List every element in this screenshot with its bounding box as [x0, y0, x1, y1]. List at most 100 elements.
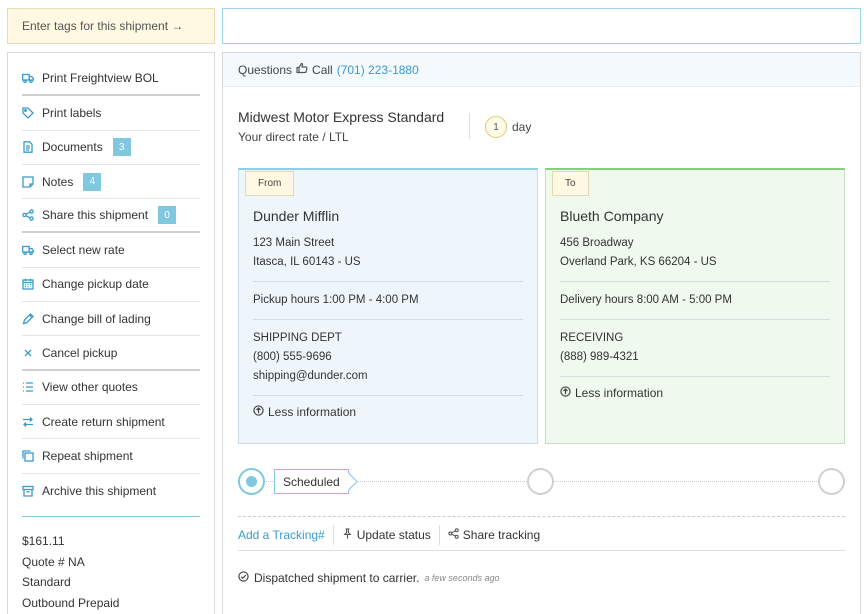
- sidebar-item-documents[interactable]: Documents 3: [22, 131, 200, 165]
- destination-company: Blueth Company: [560, 208, 664, 224]
- quote-number: Quote # NA: [22, 554, 85, 569]
- sidebar-item-label: View other quotes: [42, 380, 138, 395]
- pickup-hours: Pickup hours 1:00 PM - 4:00 PM: [253, 294, 419, 306]
- sidebar-item-label: Cancel pickup: [42, 345, 118, 360]
- sidebar-item-label: Share this shipment: [42, 208, 149, 223]
- tracking-event-time: a few seconds ago: [424, 573, 500, 583]
- origin-phone: (800) 555-9696: [253, 351, 332, 363]
- quote-payment: Outbound Prepaid: [22, 595, 120, 610]
- sidebar-item-label: Select new rate: [42, 243, 125, 258]
- destination-card: To Blueth Company 456 Broadway Overland …: [545, 168, 845, 444]
- sidebar-menu: Print Freightview BOL Print labels Docum…: [22, 62, 200, 508]
- arrow-up-circle-icon: [560, 386, 571, 400]
- destination-address-line2: Overland Park, KS 66204 - US: [560, 256, 717, 268]
- sidebar-item-notes[interactable]: Notes 4: [22, 165, 200, 200]
- divider: [238, 516, 845, 517]
- divider: [560, 281, 830, 282]
- origin-address-line2: Itasca, IL 60143 - US: [253, 256, 361, 268]
- calendar-icon: [22, 278, 34, 291]
- origin-card: From Dunder Mifflin 123 Main Street Itas…: [238, 168, 538, 444]
- notes-count-badge: 4: [83, 172, 102, 191]
- quote-service: Standard: [22, 575, 71, 589]
- divider: [253, 395, 523, 396]
- divider: [560, 376, 830, 377]
- tracking-step-in-transit: [527, 468, 554, 495]
- pin-icon: [342, 528, 353, 542]
- sidebar-item-change-bol[interactable]: Change bill of lading: [22, 302, 200, 337]
- update-status-button[interactable]: Update status: [334, 525, 440, 545]
- close-icon: [22, 347, 34, 359]
- share-tracking-button[interactable]: Share tracking: [440, 525, 548, 545]
- transit-days-count: 1: [485, 116, 507, 138]
- support-phone-link[interactable]: (701) 223-1880: [337, 63, 419, 77]
- hand-point-icon: [296, 62, 308, 77]
- carrier-divider: [469, 113, 470, 139]
- tags-input[interactable]: [222, 8, 861, 44]
- origin-company: Dunder Mifflin: [253, 208, 340, 224]
- call-label: Call: [312, 62, 333, 77]
- carrier-name: Midwest Motor Express Standard: [238, 109, 445, 125]
- add-tracking-link[interactable]: Add a Tracking#: [238, 525, 334, 545]
- sidebar-item-repeat-shipment[interactable]: Repeat shipment: [22, 439, 200, 474]
- destination-less-info-toggle[interactable]: Less information: [560, 386, 830, 400]
- origin-email: shipping@dunder.com: [253, 370, 368, 382]
- tracking-status-label: Scheduled: [274, 469, 349, 494]
- quote-price: $161.11: [22, 534, 65, 548]
- sidebar-item-label: Documents: [42, 140, 103, 155]
- sidebar-item-change-pickup-date[interactable]: Change pickup date: [22, 268, 200, 303]
- tag-icon: [22, 107, 34, 119]
- enter-tags-button[interactable]: Enter tags for this shipment →: [7, 8, 215, 44]
- sidebar-item-label: Archive this shipment: [42, 483, 157, 498]
- sidebar-item-label: Change bill of lading: [42, 311, 151, 326]
- arrow-up-circle-icon: [253, 405, 264, 419]
- truck-icon: [22, 244, 34, 256]
- sidebar-item-label: Create return shipment: [42, 414, 165, 429]
- document-icon: [22, 141, 34, 154]
- sidebar-item-print-bol[interactable]: Print Freightview BOL: [22, 62, 200, 97]
- sidebar-item-share[interactable]: Share this shipment 0: [22, 199, 200, 234]
- carrier-info: Midwest Motor Express Standard Your dire…: [238, 109, 444, 144]
- sidebar-divider: [22, 516, 200, 517]
- tracking-step-scheduled: [238, 468, 265, 495]
- sidebar-item-cancel-pickup[interactable]: Cancel pickup: [22, 336, 200, 371]
- destination-address-line1: 456 Broadway: [560, 237, 634, 249]
- sidebar-item-create-return[interactable]: Create return shipment: [22, 405, 200, 440]
- truck-icon: [22, 72, 34, 84]
- list-icon: [22, 381, 34, 393]
- divider: [253, 281, 523, 282]
- quote-summary: $161.11 Quote # NA Standard Outbound Pre…: [22, 531, 119, 613]
- transit-days: 1 day: [485, 116, 531, 138]
- destination-phone: (888) 989-4321: [560, 351, 639, 363]
- origin-contact: SHIPPING DEPT: [253, 332, 342, 344]
- sidebar-item-label: Change pickup date: [42, 277, 149, 292]
- archive-icon: [22, 485, 34, 497]
- sidebar-item-label: Print labels: [42, 105, 102, 120]
- sidebar-item-print-labels[interactable]: Print labels: [22, 96, 200, 131]
- sidebar-item-view-other-quotes[interactable]: View other quotes: [22, 371, 200, 405]
- less-info-label: Less information: [575, 386, 664, 400]
- sidebar-item-label: Repeat shipment: [42, 448, 133, 463]
- sidebar-item-archive[interactable]: Archive this shipment: [22, 474, 200, 508]
- delivery-hours: Delivery hours 8:00 AM - 5:00 PM: [560, 294, 732, 306]
- destination-contact: RECEIVING: [560, 332, 624, 344]
- documents-count-badge: 3: [112, 138, 131, 157]
- less-info-label: Less information: [268, 405, 357, 419]
- pencil-icon: [22, 312, 34, 325]
- divider: [238, 550, 845, 551]
- share-icon: [22, 209, 34, 222]
- tracking-step-delivered: [818, 468, 845, 495]
- copy-icon: [22, 450, 34, 462]
- origin-less-info-toggle[interactable]: Less information: [253, 405, 523, 419]
- sidebar-item-select-new-rate[interactable]: Select new rate: [22, 233, 200, 268]
- sidebar-item-label: Notes: [42, 174, 74, 189]
- tracking-event-text: Dispatched shipment to carrier.: [254, 571, 420, 585]
- tracking-actions: Add a Tracking# Update status Share trac…: [238, 525, 548, 545]
- sidebar: Print Freightview BOL Print labels Docum…: [7, 52, 215, 614]
- questions-label: Questions: [238, 62, 293, 77]
- shipment-panel: Questions Call (701) 223-1880 Midwest Mo…: [222, 52, 861, 614]
- sidebar-item-label: Print Freightview BOL: [42, 71, 159, 86]
- swap-icon: [22, 416, 34, 428]
- divider: [253, 319, 523, 320]
- note-icon: [22, 175, 34, 188]
- questions-bar: Questions Call (701) 223-1880: [223, 53, 860, 87]
